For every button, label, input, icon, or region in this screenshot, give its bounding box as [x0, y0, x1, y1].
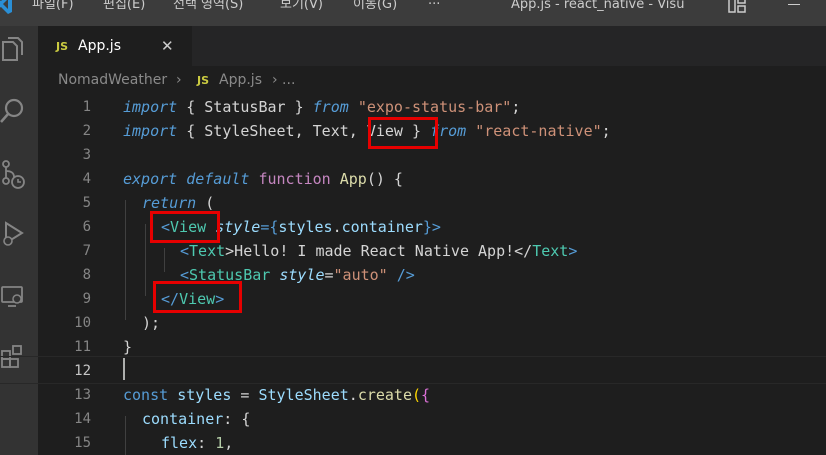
code-line-5: 5 return (	[0, 191, 826, 215]
code-line-9: 9 </View>	[0, 287, 826, 311]
line-code: import { StatusBar } from "expo-status-b…	[123, 98, 521, 116]
explorer-icon[interactable]	[0, 36, 30, 66]
code-line-15: 15 flex: 1,	[0, 431, 826, 455]
customize-layout-icon[interactable]	[727, 0, 747, 14]
close-icon[interactable]: ✕	[161, 37, 174, 55]
code-line-13: 13 const styles = StyleSheet.create({	[0, 383, 826, 407]
code-line-7: 7 <Text>Hello! I made React Native App!<…	[0, 239, 826, 263]
js-file-icon: JS	[197, 74, 210, 87]
breadcrumb-separator: ›	[176, 72, 182, 88]
breadcrumb-tail[interactable]: › ...	[272, 72, 295, 88]
tab-app-js[interactable]: JS App.js ✕	[38, 26, 192, 67]
line-code: <Text>Hello! I made React Native App!</T…	[180, 242, 578, 260]
line-code: container: {	[142, 410, 251, 428]
line-number: 7	[82, 243, 91, 259]
vscode-logo-icon	[0, 0, 12, 14]
code-line-10: 10 );	[0, 311, 826, 335]
line-number: 9	[82, 291, 91, 307]
js-file-icon: JS	[56, 40, 69, 53]
line-number: 5	[82, 195, 91, 211]
code-line-8: 8 <StatusBar style="auto" />	[0, 263, 826, 287]
menu-view[interactable]: 보기(V)	[280, 0, 323, 15]
line-number: 6	[82, 219, 91, 235]
code-editor[interactable]: 1 import { StatusBar } from "expo-status…	[0, 92, 826, 455]
breadcrumb: NomadWeather › JS App.js › ...	[38, 70, 826, 92]
text-cursor	[123, 358, 125, 380]
breadcrumb-folder[interactable]: NomadWeather	[58, 72, 167, 88]
line-number: 15	[74, 435, 91, 451]
line-code: export default function App() {	[123, 170, 403, 188]
menu-edit[interactable]: 편집(E)	[103, 0, 145, 15]
highlight-box-view-open-tag	[150, 211, 220, 243]
breadcrumb-file[interactable]: App.js	[219, 72, 262, 88]
line-number: 12	[74, 363, 91, 379]
line-code: import { StyleSheet, Text, View } from "…	[123, 122, 611, 140]
menu-more-button[interactable]: ···	[428, 0, 440, 15]
line-number: 3	[82, 147, 91, 163]
window-title: App.js - react_native - Visu	[511, 0, 685, 12]
line-number: 10	[74, 315, 91, 331]
line-code: const styles = StyleSheet.create({	[123, 386, 431, 404]
line-number: 14	[74, 411, 91, 427]
line-number: 1	[82, 99, 91, 115]
line-code: flex: 1,	[161, 434, 234, 452]
code-line-4: 4 export default function App() {	[0, 167, 826, 191]
line-number: 13	[74, 387, 91, 403]
code-line-14: 14 container: {	[0, 407, 826, 431]
line-code: );	[142, 314, 161, 332]
menu-selection[interactable]: 선택 영역(S)	[173, 0, 243, 15]
menu-file[interactable]: 파일(F)	[32, 0, 74, 15]
highlight-box-view-close-tag	[153, 281, 242, 313]
line-number: 8	[82, 267, 91, 283]
editor-tab-strip: JS App.js ✕	[38, 26, 826, 67]
code-line-1: 1 import { StatusBar } from "expo-status…	[0, 95, 826, 119]
line-number: 4	[82, 171, 91, 187]
line-number: 2	[82, 123, 91, 139]
tab-label: App.js	[78, 38, 121, 54]
minimize-icon[interactable]	[788, 4, 800, 5]
title-bar: 파일(F) 편집(E) 선택 영역(S) 보기(V) 이동(G) ··· App…	[0, 0, 826, 26]
code-line-6: 6 <View style={styles.container}>	[0, 215, 826, 239]
menu-go[interactable]: 이동(G)	[353, 0, 397, 15]
highlight-box-view-import	[368, 117, 438, 149]
